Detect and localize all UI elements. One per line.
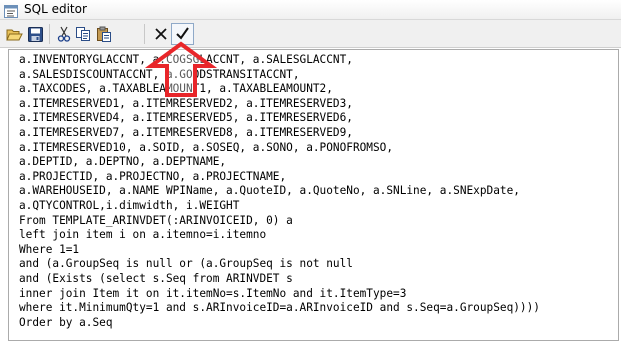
code-line: a.DEPTID, a.DEPTNO, a.DEPTNAME, [19,155,227,169]
code-line: a.ITEMRESERVED4, a.ITEMRESERVED5, a.ITEM… [19,111,353,125]
apply-button[interactable] [171,23,194,45]
code-line: a.WAREHOUSEID, a.NAME WPIName, a.QuoteID… [19,184,520,198]
cut-icon[interactable] [55,25,73,43]
code-line: a.QTYCONTROL,i.dimwidth, i.WEIGHT [19,198,240,212]
sql-text-editor[interactable]: a.INVENTORYGLACCNT, a.COGSGLACCNT, a.SAL… [8,49,619,341]
toolbar-separator [49,24,50,44]
code-line: a.INVENTORYGLACCNT, a.COGSGLACCNT, a.SAL… [19,53,353,66]
window-title: SQL editor [24,2,87,16]
sql-code: a.INVENTORYGLACCNT, a.COGSGLACCNT, a.SAL… [9,50,618,330]
code-line: a.SALESDISCOUNTACCNT, a.GOODSTRANSITACCN… [19,67,300,81]
code-line: From TEMPLATE_ARINVDET(:ARINVOICEID, 0) … [19,213,293,227]
code-line: where it.MinimumQty=1 and s.ARInvoiceID=… [19,301,540,315]
code-line: a.ITEMRESERVED7, a.ITEMRESERVED8, a.ITEM… [19,125,353,139]
copy-icon[interactable] [74,25,92,43]
save-icon[interactable] [26,25,44,43]
paste-icon[interactable] [95,25,113,43]
code-line: left join item i on a.itemno=i.itemno [19,228,267,242]
code-line: and (a.GroupSeq is null or (a.GroupSeq i… [19,257,353,271]
title-bar: SQL editor [0,0,621,20]
code-line: a.ITEMRESERVED10, a.SOID, a.SOSEQ, a.SON… [19,140,394,154]
sql-editor-icon [4,3,18,18]
code-line: a.PROJECTID, a.PROJECTNO, a.PROJECTNAME, [19,169,287,183]
toolbar [0,20,621,48]
code-line: a.ITEMRESERVED1, a.ITEMRESERVED2, a.ITEM… [19,96,353,110]
toolbar-separator [144,24,145,44]
code-line: inner join Item it on it.itemNo=s.ItemNo… [19,286,407,300]
open-folder-icon[interactable] [5,25,23,43]
code-line: Order by a.Seq [19,315,113,329]
code-line: a.TAXCODES, a.TAXABLEAMOUNT1, a.TAXABLEA… [19,82,333,96]
code-line: and (Exists (select s.Seq from ARINVDET … [19,271,293,285]
checkmark-icon [175,26,190,45]
close-icon[interactable] [152,25,170,43]
code-line: Where 1=1 [19,242,80,256]
